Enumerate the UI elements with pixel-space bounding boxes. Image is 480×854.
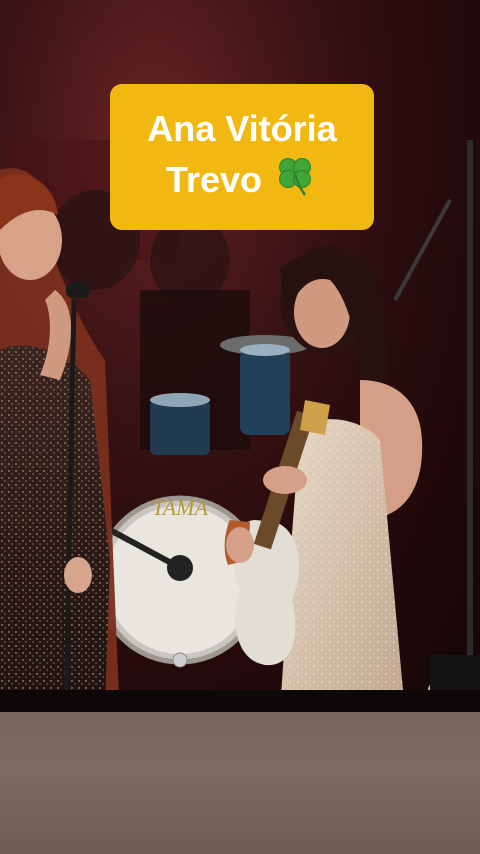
video-frame: TAMA Ana Vitória Trevo — [0, 0, 480, 854]
four-leaf-clover-icon — [272, 152, 318, 209]
drum-logo: TAMA — [152, 495, 208, 520]
bottom-blurred-band — [0, 712, 480, 854]
artist-name: Ana Vitória — [147, 108, 337, 149]
title-overlay-card: Ana Vitória Trevo — [110, 84, 374, 230]
song-title: Trevo — [165, 159, 263, 200]
song-title-row: Trevo — [110, 152, 374, 209]
